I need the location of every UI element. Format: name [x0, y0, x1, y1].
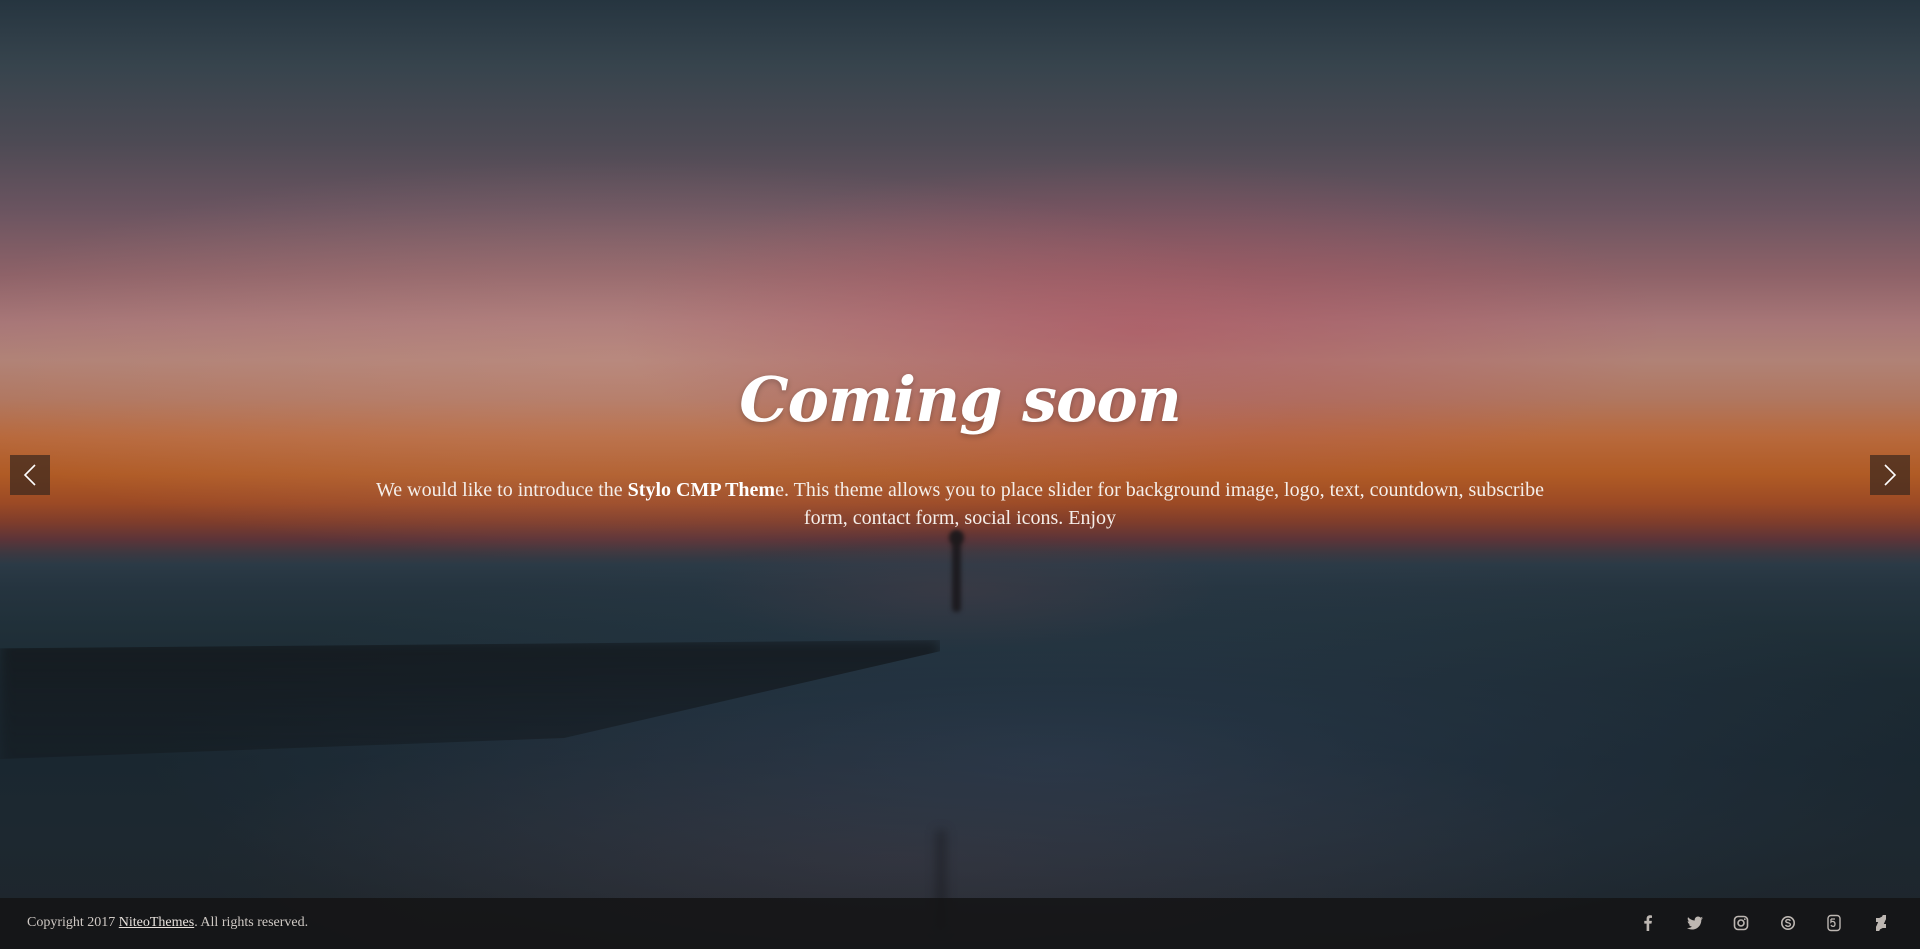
niteothemes-link[interactable]: NiteoThemes: [119, 915, 194, 930]
intro-text-after: e. This theme allows you to place slider…: [775, 479, 1544, 529]
copyright-text: Copyright 2017 NiteoThemes. All rights r…: [27, 914, 308, 932]
deviantart-icon[interactable]: [1858, 912, 1905, 934]
chevron-left-icon: [23, 463, 37, 487]
copyright-prefix: Copyright 2017: [27, 915, 119, 930]
slider-prev-button[interactable]: [10, 455, 50, 495]
footer: Copyright 2017 NiteoThemes. All rights r…: [0, 898, 1920, 949]
skype-icon[interactable]: [1765, 912, 1812, 934]
twitter-icon[interactable]: [1672, 912, 1719, 934]
chevron-right-icon: [1883, 463, 1897, 487]
coming-soon-page: Coming soon We would like to introduce t…: [0, 0, 1920, 949]
instagram-icon[interactable]: [1718, 912, 1765, 934]
intro-text-strong: Stylo CMP Them: [627, 479, 776, 501]
background-pole-head: [949, 530, 964, 545]
slider-next-button[interactable]: [1870, 455, 1910, 495]
500px-icon[interactable]: [1811, 912, 1858, 934]
page-title: Coming soon: [739, 363, 1182, 436]
intro-text: We would like to introduce the Stylo CMP…: [360, 476, 1560, 532]
background-image: [0, 0, 1920, 949]
intro-text-before: We would like to introduce the: [376, 479, 628, 501]
facebook-icon[interactable]: [1625, 912, 1672, 934]
copyright-suffix: . All rights reserved.: [194, 915, 309, 930]
social-icons: [1625, 912, 1904, 934]
